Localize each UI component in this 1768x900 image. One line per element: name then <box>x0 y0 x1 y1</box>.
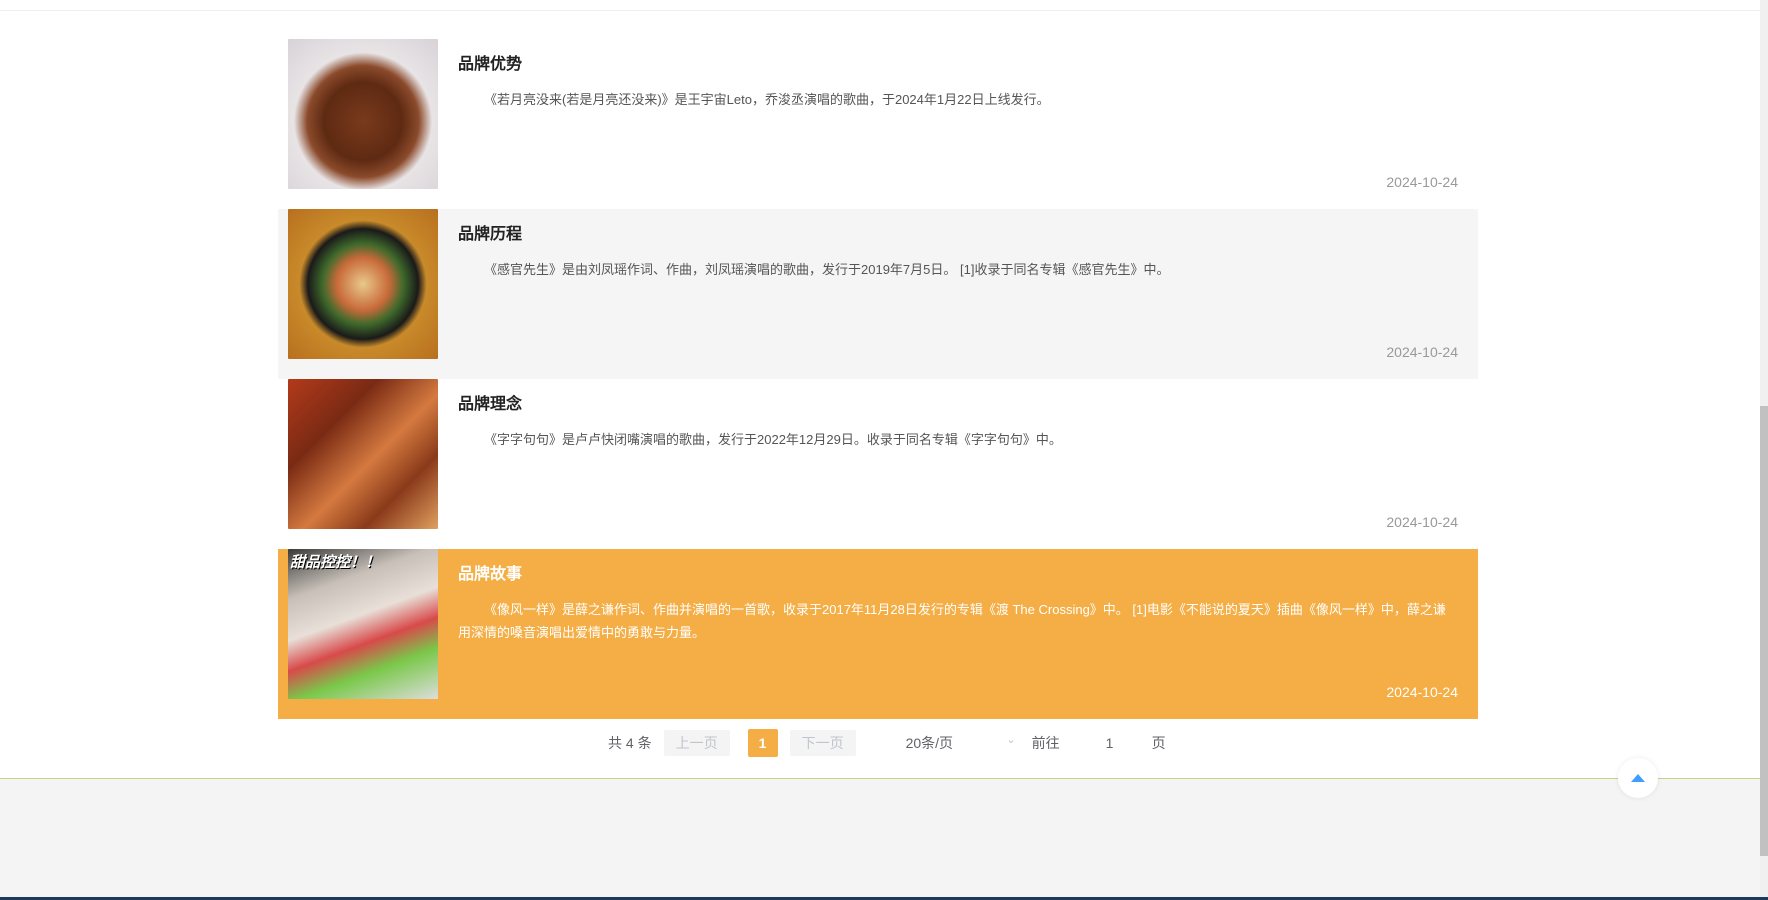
article-description: 《感官先生》是由刘凤瑶作词、作曲，刘凤瑶演唱的歌曲，发行于2019年7月5日。 … <box>484 262 1170 277</box>
footer <box>0 778 1760 897</box>
article-thumbnail[interactable] <box>288 379 438 529</box>
article-list: 品牌优势 《若月亮没来(若是月亮还没来)》是王宇宙Leto，乔浚丞演唱的歌曲，于… <box>278 39 1478 719</box>
prev-page-button[interactable]: 上一页 <box>663 730 730 756</box>
article-thumbnail[interactable] <box>288 39 438 189</box>
article-date: 2024-10-24 <box>1386 174 1458 190</box>
scrollbar[interactable] <box>1760 0 1768 897</box>
article-item-hovered[interactable]: 甜品控控！！ 品牌故事 《像风一样》是薛之谦作词、作曲并演唱的一首歌，收录于20… <box>278 549 1478 719</box>
article-item[interactable]: 品牌历程 《感官先生》是由刘凤瑶作词、作曲，刘凤瑶演唱的歌曲，发行于2019年7… <box>278 209 1478 379</box>
next-page-button[interactable]: 下一页 <box>789 730 856 756</box>
thumbnail-caption: 甜品控控！！ <box>290 554 381 571</box>
article-date: 2024-10-24 <box>1386 344 1458 360</box>
pagination-total: 共 4 条 <box>608 735 652 751</box>
article-thumbnail[interactable]: 甜品控控！！ <box>288 549 438 699</box>
article-date: 2024-10-24 <box>1386 514 1458 530</box>
goto-page-input[interactable]: 1 <box>1080 735 1140 751</box>
back-to-top-button[interactable] <box>1618 758 1658 798</box>
pagination: 共 4 条 上一页 1 下一页 20条/页 ⌄ 前往 1 页 <box>608 729 1166 757</box>
page-1-button[interactable]: 1 <box>747 729 778 757</box>
caret-up-icon <box>1631 774 1645 782</box>
chevron-down-icon: ⌄ <box>1006 734 1016 746</box>
article-title[interactable]: 品牌优势 <box>458 50 1458 74</box>
goto-label: 前往 <box>1031 735 1060 751</box>
page-size-value: 20条/页 <box>905 735 954 751</box>
article-date: 2024-10-24 <box>1386 684 1458 700</box>
scrollbar-thumb[interactable] <box>1760 406 1768 856</box>
article-description: 《若月亮没来(若是月亮还没来)》是王宇宙Leto，乔浚丞演唱的歌曲，于2024年… <box>484 92 1050 107</box>
page-size-select[interactable]: 20条/页 ⌄ <box>906 733 1016 753</box>
page-unit-label: 页 <box>1151 735 1166 751</box>
article-title[interactable]: 品牌故事 <box>458 560 1458 584</box>
article-item[interactable]: 品牌理念 《字字句句》是卢卢快闭嘴演唱的歌曲，发行于2022年12月29日。收录… <box>278 379 1478 549</box>
header-edge <box>0 0 1760 11</box>
article-title[interactable]: 品牌历程 <box>458 220 1458 244</box>
article-description: 《像风一样》是薛之谦作词、作曲并演唱的一首歌，收录于2017年11月28日发行的… <box>458 602 1446 640</box>
article-item[interactable]: 品牌优势 《若月亮没来(若是月亮还没来)》是王宇宙Leto，乔浚丞演唱的歌曲，于… <box>278 39 1478 209</box>
article-description: 《字字句句》是卢卢快闭嘴演唱的歌曲，发行于2022年12月29日。收录于同名专辑… <box>484 432 1062 447</box>
article-thumbnail[interactable] <box>288 209 438 359</box>
article-title[interactable]: 品牌理念 <box>458 390 1458 414</box>
